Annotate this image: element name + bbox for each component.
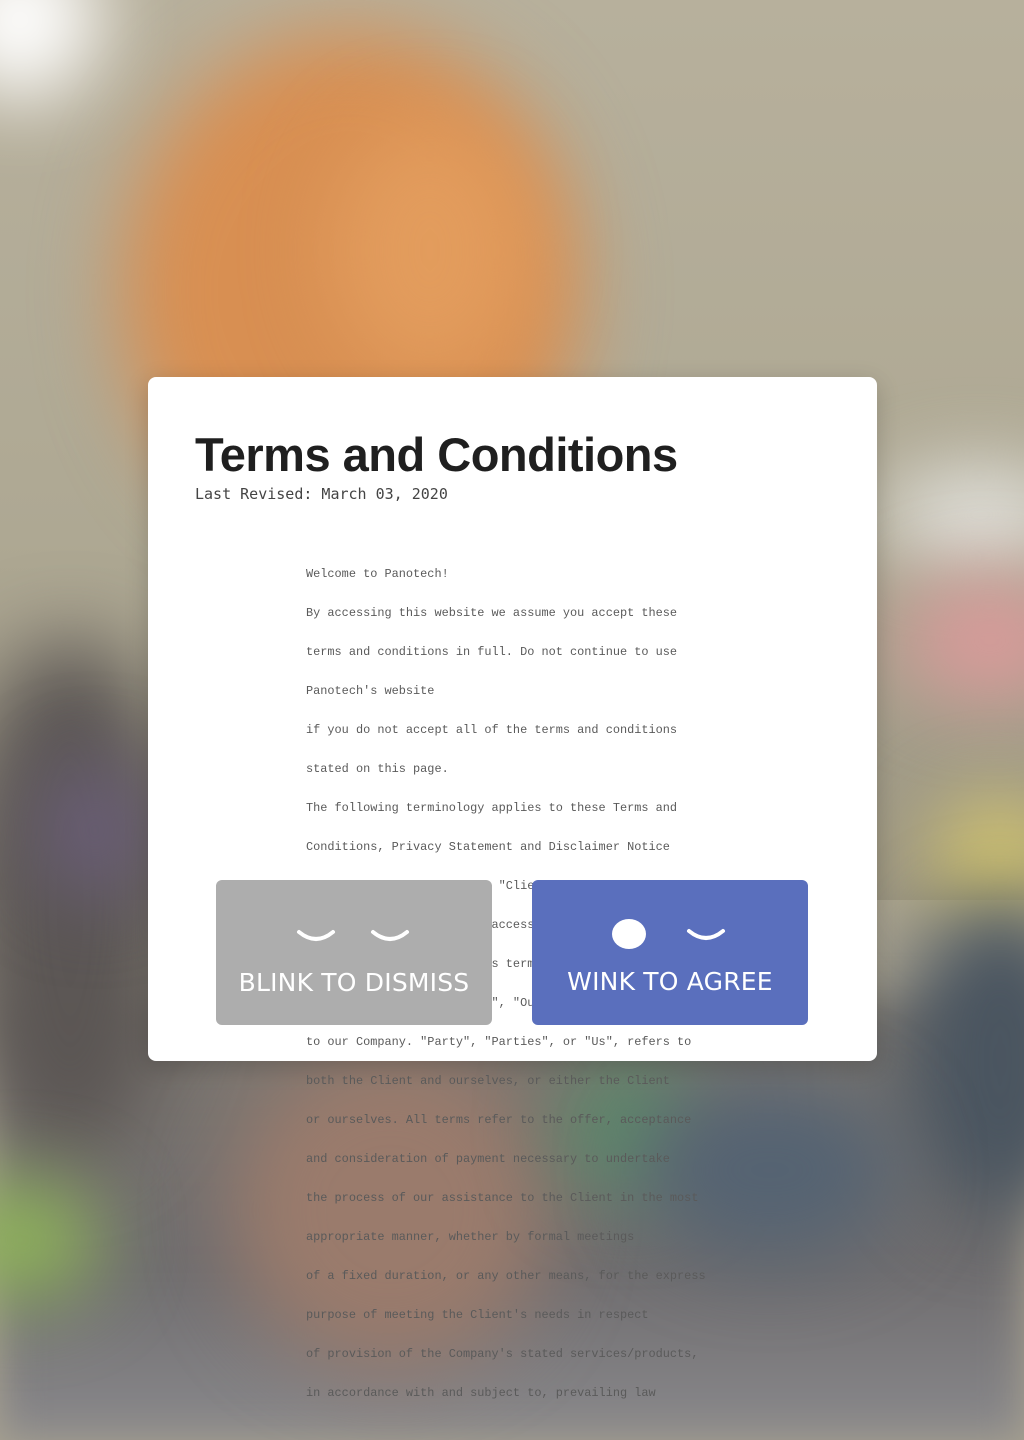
open-eye-icon <box>612 919 646 949</box>
terms-line: to our Company. "Party", "Parties", or "… <box>306 1035 692 1049</box>
modal-title: Terms and Conditions <box>195 428 678 481</box>
terms-line: or ourselves. All terms refer to the off… <box>306 1113 692 1127</box>
terms-line: Welcome to Panotech! <box>306 567 449 581</box>
closed-eye-icon <box>371 930 409 941</box>
terms-line: of provision of the Company's stated ser… <box>306 1347 699 1361</box>
terms-line: appropriate manner, whether by formal me… <box>306 1230 635 1244</box>
terms-line: if you do not accept all of the terms an… <box>306 723 678 737</box>
terms-line: in accordance with and subject to, preva… <box>306 1386 656 1400</box>
closed-eye-icon <box>297 930 335 941</box>
terms-line: the process of our assistance to the Cli… <box>306 1191 699 1205</box>
last-revised-date: Last Revised: March 03, 2020 <box>195 485 448 503</box>
background-shape <box>40 760 150 900</box>
agree-button-label: WINK TO AGREE <box>567 967 773 996</box>
terms-line: By accessing this website we assume you … <box>306 606 678 620</box>
terms-modal: Terms and Conditions Last Revised: March… <box>148 377 877 1400</box>
wink-to-agree-button[interactable]: WINK TO AGREE <box>532 880 808 1025</box>
terms-line: both the Client and ourselves, or either… <box>306 1074 670 1088</box>
terms-line: stated on this page. <box>306 762 449 776</box>
dismiss-button-label: BLINK TO DISMISS <box>238 968 470 997</box>
terms-line: purpose of meeting the Client's needs in… <box>306 1308 649 1322</box>
terms-line: The following terminology applies to the… <box>306 801 678 815</box>
terms-line: Panotech's website <box>306 684 435 698</box>
terms-line: of a fixed duration, or any other means,… <box>306 1269 706 1283</box>
terms-line: Conditions, Privacy Statement and Discla… <box>306 840 670 854</box>
background-shape <box>330 120 530 380</box>
blink-to-dismiss-button[interactable]: BLINK TO DISMISS <box>216 880 492 1025</box>
terms-line: terms and conditions in full. Do not con… <box>306 645 678 659</box>
terms-line: and consideration of payment necessary t… <box>306 1152 670 1166</box>
closed-eye-icon <box>687 929 725 940</box>
